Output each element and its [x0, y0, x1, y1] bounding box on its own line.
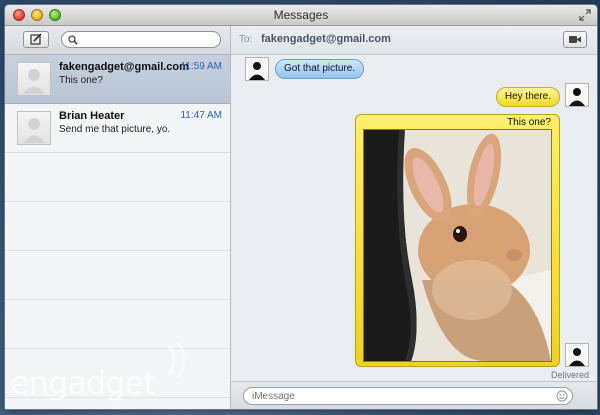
outgoing-photo-message[interactable]: This one? — [355, 114, 560, 367]
conversation-preview: This one? — [59, 75, 103, 86]
video-camera-icon — [569, 36, 581, 43]
watermark-logo: engadget — [10, 364, 156, 402]
search-field[interactable] — [61, 31, 221, 48]
conversation-preview: Send me that picture, yo. — [59, 124, 171, 135]
search-input[interactable] — [82, 33, 214, 46]
empty-list-row — [5, 202, 230, 251]
delivery-status: Delivered — [550, 370, 589, 380]
message-input[interactable] — [252, 390, 542, 403]
empty-list-row — [5, 153, 230, 202]
conversation-time: 11:59 AM — [180, 61, 222, 72]
zoom-icon[interactable] — [49, 9, 61, 21]
to-label: To: — [239, 34, 253, 45]
incoming-message-bubble[interactable]: Got that picture. — [275, 59, 365, 79]
conversation-item-brian-heater[interactable]: Brian Heater 11:47 AM Send me that pictu… — [5, 104, 230, 153]
my-avatar — [565, 83, 589, 107]
imessage-field[interactable] — [243, 387, 573, 405]
conversation-name: fakengadget@gmail.com — [59, 61, 189, 73]
conversation-list: fakengadget@gmail.com 11:59 AM This one?… — [5, 55, 230, 409]
search-icon — [68, 35, 78, 45]
watermark-waves-icon — [167, 341, 186, 379]
empty-list-row — [5, 300, 230, 349]
chat-pane: To: fakengadget@gmail.com Got that pictu… — [231, 26, 597, 409]
minimize-icon[interactable] — [31, 9, 43, 21]
conversation-name: Brian Heater — [59, 110, 125, 122]
photo-caption: This one? — [507, 117, 551, 128]
title-bar: Messages — [5, 5, 597, 26]
my-avatar — [565, 343, 589, 367]
messages-window: Messages fakengadget@gmail.com 11:59 AM … — [4, 4, 598, 410]
video-call-button[interactable] — [563, 31, 587, 48]
outgoing-message-bubble[interactable]: Hey there. — [495, 87, 560, 107]
empty-list-row — [5, 251, 230, 300]
conversation-item-fakengadget[interactable]: fakengadget@gmail.com 11:59 AM This one? — [5, 55, 230, 104]
fullscreen-icon[interactable] — [579, 9, 591, 21]
window-title: Messages — [273, 8, 329, 22]
recipient-name[interactable]: fakengadget@gmail.com — [261, 33, 391, 45]
compose-button[interactable] — [23, 31, 49, 48]
message-input-bar — [231, 381, 597, 409]
close-icon[interactable] — [13, 9, 25, 21]
compose-icon — [30, 33, 42, 45]
rabbit-photo[interactable] — [363, 129, 552, 362]
avatar — [17, 111, 51, 145]
emoji-icon[interactable] — [556, 390, 568, 402]
chat-header: To: fakengadget@gmail.com — [231, 26, 597, 55]
conversation-time: 11:47 AM — [180, 110, 222, 121]
avatar — [17, 62, 51, 96]
sender-avatar — [245, 57, 269, 81]
conversation-sidebar: fakengadget@gmail.com 11:59 AM This one?… — [5, 26, 231, 409]
sidebar-toolbar — [5, 26, 230, 55]
